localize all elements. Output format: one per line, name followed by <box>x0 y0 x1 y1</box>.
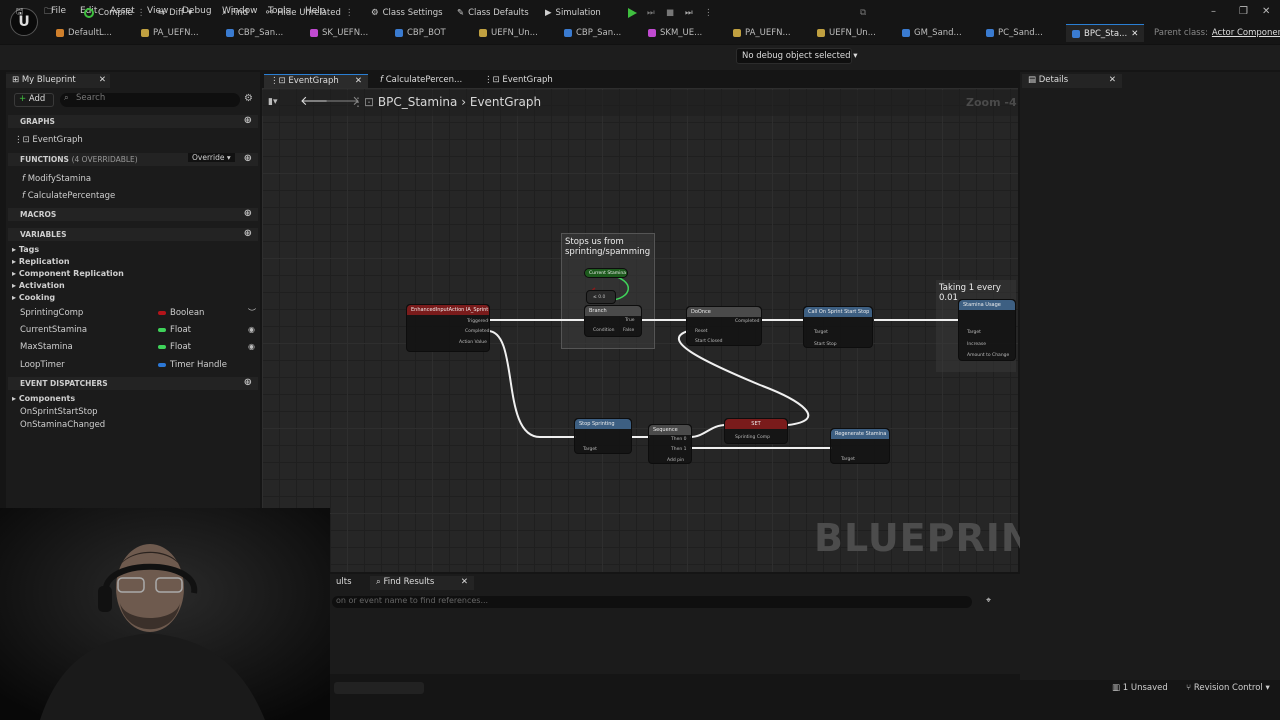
tab-find-results[interactable]: ⌕ Find Results ✕ <box>370 576 474 590</box>
details-icon: ▤ <box>1028 75 1039 85</box>
exec-wire <box>689 424 727 438</box>
exec-wire <box>487 330 576 438</box>
node-set-sprinting-comp[interactable]: SET Sprinting Comp <box>724 418 788 444</box>
node-get-current-stamina[interactable]: Current Stamina <box>584 268 628 278</box>
node-call-on-sprint-start-stop[interactable]: Call On Sprint Start Stop Target Start S… <box>803 306 873 348</box>
tab-compiler-results[interactable]: ults <box>330 576 358 590</box>
node-compare[interactable]: ≤ 0.0 <box>586 290 616 304</box>
node-branch[interactable]: Branch True Condition False <box>584 305 642 337</box>
details-panel <box>1020 72 1280 682</box>
node-sequence[interactable]: Sequence Then 0 Then 1 Add pin <box>648 424 692 464</box>
close-tab-icon[interactable]: ✕ <box>461 577 468 587</box>
revision-control-button[interactable]: ⑂ Revision Control ▾ <box>1186 683 1270 693</box>
tab-details[interactable]: ▤ Details ✕ <box>1022 74 1122 88</box>
unsaved-indicator[interactable]: ▥ 1 Unsaved <box>1112 683 1168 693</box>
node-enhanced-input-action[interactable]: EnhancedInputAction IA_Sprint Triggered … <box>406 304 490 352</box>
binoculars-icon[interactable]: ⌖ <box>986 596 991 606</box>
compare-value: ≤ 0.0 <box>593 295 606 300</box>
node-stop-sprinting[interactable]: Stop Sprinting Target <box>574 418 632 454</box>
revision-control-icon: ⑂ <box>1186 683 1194 693</box>
node-stamina-usage[interactable]: Stamina Usage Target Increase Amount to … <box>958 299 1016 361</box>
node-do-once[interactable]: DoOnce Completed Reset Start Closed <box>686 306 762 346</box>
webcam-overlay <box>0 508 330 720</box>
console-input[interactable] <box>334 682 424 694</box>
close-tab-icon[interactable]: ✕ <box>1109 75 1116 85</box>
find-input[interactable]: on or event name to find references... <box>332 596 972 608</box>
unsaved-icon: ▥ <box>1112 683 1123 693</box>
webcam-person-image <box>0 508 330 720</box>
node-regenerate-stamina[interactable]: Regenerate Stamina Target <box>830 428 890 464</box>
